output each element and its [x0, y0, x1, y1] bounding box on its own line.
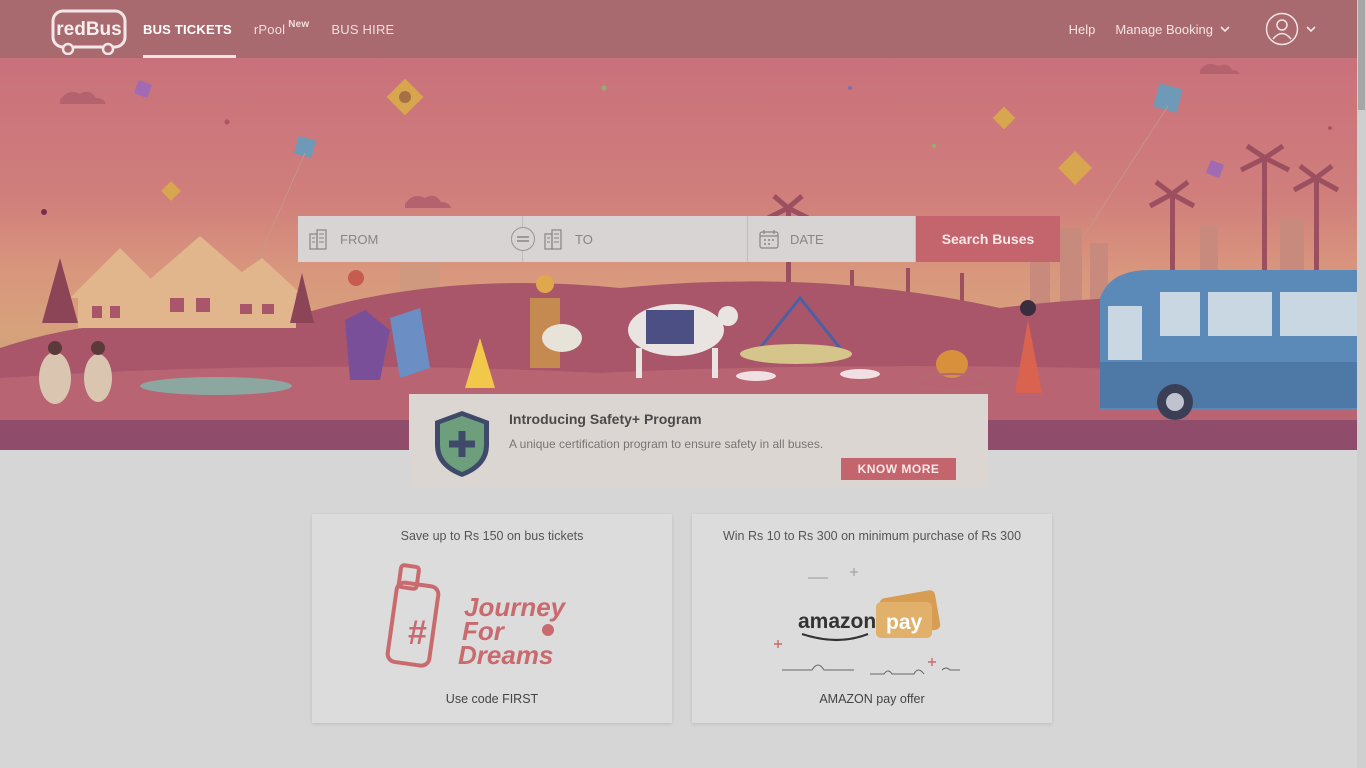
chevron-down-icon: [1220, 26, 1230, 33]
to-placeholder: TO: [575, 231, 593, 247]
nav-bus-hire[interactable]: BUS HIRE: [331, 0, 394, 58]
svg-text:amazon: amazon: [798, 610, 876, 633]
svg-text:redBus: redBus: [56, 19, 121, 40]
city-building-icon: [309, 229, 327, 250]
main-nav: BUS TICKETS rPool New BUS HIRE: [143, 0, 416, 58]
bus-illustration: [1100, 270, 1357, 420]
new-badge: New: [288, 18, 310, 30]
vertical-scrollbar[interactable]: [1357, 0, 1366, 768]
date-placeholder: DATE: [790, 231, 824, 247]
nav-bus-tickets[interactable]: BUS TICKETS: [143, 0, 236, 58]
top-header: redBus BUS TICKETS rPool New BUS HIRE Hel…: [0, 0, 1357, 58]
search-buses-button[interactable]: Search Buses: [916, 216, 1060, 262]
svg-text:pay: pay: [886, 611, 923, 634]
user-avatar-icon: [1265, 12, 1299, 46]
swap-cities-button[interactable]: [511, 227, 535, 251]
date-field[interactable]: DATE: [748, 216, 916, 262]
kite-icon: [386, 78, 424, 116]
scrollbar-thumb[interactable]: [1358, 0, 1365, 110]
help-link[interactable]: Help: [1069, 22, 1096, 37]
know-more-button[interactable]: KNOW MORE: [841, 458, 956, 480]
offer-footer: Use code FIRST: [445, 692, 539, 706]
offer-card-amazon-pay[interactable]: Win Rs 10 to Rs 300 on minimum purchase …: [692, 514, 1052, 723]
city-building-icon: [544, 229, 562, 250]
safety-description: A unique certification program to ensure…: [509, 437, 824, 451]
offer-title: Win Rs 10 to Rs 300 on minimum purchase …: [722, 529, 1022, 543]
manage-booking-menu[interactable]: Manage Booking: [1115, 22, 1231, 37]
safety-title: Introducing Safety+ Program: [509, 411, 702, 427]
right-nav: Help Manage Booking: [1049, 0, 1317, 58]
account-menu[interactable]: [1247, 12, 1317, 46]
journey-for-dreams-art: # Journey For Dreams: [385, 563, 567, 670]
offer-footer: AMAZON pay offer: [819, 692, 925, 706]
offer-card-first[interactable]: Save up to Rs 150 on bus tickets # Journ…: [312, 514, 672, 723]
amazon-pay-logo: amazon pay: [774, 568, 960, 675]
calendar-icon: [759, 230, 779, 249]
shield-plus-icon: [435, 411, 489, 477]
bus-search-form: FROM TO DATE Search Buses: [298, 216, 1060, 262]
safety-plus-card: Introducing Safety+ Program A unique cer…: [409, 394, 988, 488]
svg-text:Dreams: Dreams: [458, 640, 553, 670]
to-field[interactable]: TO: [523, 216, 748, 262]
from-placeholder: FROM: [340, 231, 379, 247]
svg-text:#: #: [408, 614, 427, 652]
nav-rpool[interactable]: rPool New: [254, 0, 310, 58]
offer-title: Save up to Rs 150 on bus tickets: [400, 529, 584, 543]
from-field[interactable]: FROM: [298, 216, 535, 262]
chevron-down-icon: [1306, 26, 1316, 33]
redbus-logo[interactable]: redBus: [50, 5, 128, 55]
swap-icon: [517, 236, 529, 242]
